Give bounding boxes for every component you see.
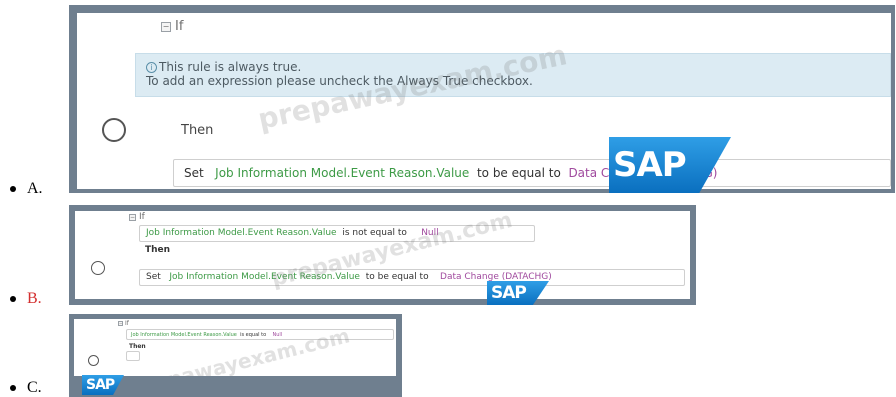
if-row: − If <box>118 320 129 327</box>
option-b-label[interactable]: B. <box>27 290 42 308</box>
if-row: − If <box>129 212 145 222</box>
condition-value[interactable]: Null <box>421 228 438 238</box>
option-a-rule-panel: − If i This rule is always true. To add a… <box>77 13 891 189</box>
bullet-b <box>10 296 16 302</box>
collapse-icon[interactable]: − <box>118 321 123 326</box>
set-value[interactable]: Data Change (DATACHG) <box>440 272 552 282</box>
set-statement[interactable]: Set Job Information Model.Event Reason.V… <box>173 159 891 187</box>
condition-expression[interactable]: Job Information Model.Event Reason.Value… <box>126 329 394 340</box>
answer-options-list: A. − If i This rule is always true. To ad… <box>0 0 896 397</box>
option-c-screenshot[interactable]: − If Job Information Model.Event Reason.… <box>69 314 402 397</box>
condition-expression[interactable]: Job Information Model.Event Reason.Value… <box>139 225 535 242</box>
collapse-icon[interactable]: − <box>129 213 136 221</box>
then-statement[interactable] <box>126 351 140 361</box>
then-label: Then <box>145 245 171 255</box>
bullet-a <box>10 186 16 192</box>
banner-line-1: This rule is always true. <box>159 60 302 74</box>
rule-radio-icon[interactable] <box>91 261 105 275</box>
always-true-banner: i This rule is always true. To add an exp… <box>135 53 891 97</box>
if-row: − If <box>161 19 183 34</box>
if-label: If <box>125 320 129 327</box>
collapse-icon[interactable]: − <box>161 21 171 32</box>
condition-operator[interactable]: is equal to <box>240 332 266 338</box>
rule-radio-icon[interactable] <box>88 355 99 366</box>
condition-field[interactable]: Job Information Model.Event Reason.Value <box>131 332 237 338</box>
banner-line-2: To add an expression please uncheck the … <box>146 74 533 88</box>
sap-logo: SAP <box>487 281 549 305</box>
condition-operator[interactable]: is not equal to <box>342 228 407 238</box>
set-label: Set <box>184 166 204 180</box>
if-label: If <box>139 212 145 222</box>
if-label: If <box>175 19 184 34</box>
condition-value[interactable]: Null <box>273 332 283 338</box>
set-target-field[interactable]: Job Information Model.Event Reason.Value <box>215 166 469 180</box>
to-be-label: to be equal to <box>476 166 561 180</box>
bullet-c <box>10 385 16 391</box>
option-a-screenshot[interactable]: − If i This rule is always true. To add a… <box>69 5 895 193</box>
condition-field[interactable]: Job Information Model.Event Reason.Value <box>146 228 337 238</box>
rule-radio-icon[interactable] <box>102 118 126 142</box>
set-statement[interactable]: Set Job Information Model.Event Reason.V… <box>139 269 685 286</box>
then-label: Then <box>181 123 214 138</box>
option-c-rule-panel: − If Job Information Model.Event Reason.… <box>74 319 396 376</box>
set-label: Set <box>146 272 161 282</box>
option-c-label[interactable]: C. <box>27 379 42 397</box>
option-b-screenshot[interactable]: − If Job Information Model.Event Reason.… <box>69 205 696 305</box>
option-b-rule-panel: − If Job Information Model.Event Reason.… <box>75 211 690 299</box>
set-target-field[interactable]: Job Information Model.Event Reason.Value <box>169 272 360 282</box>
info-icon: i <box>146 62 157 73</box>
to-be-label: to be equal to <box>365 272 429 282</box>
sap-logo: SAP <box>82 375 124 395</box>
option-a-label[interactable]: A. <box>27 180 43 198</box>
then-label: Then <box>129 343 146 350</box>
